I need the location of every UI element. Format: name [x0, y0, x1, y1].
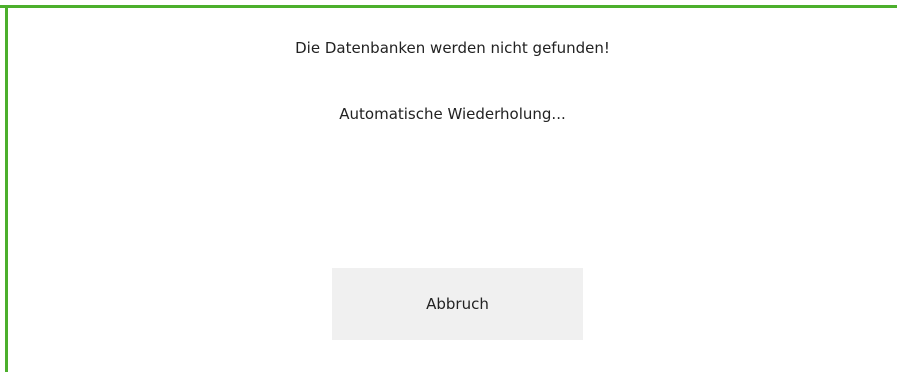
retry-status: Automatische Wiederholung... — [339, 105, 566, 123]
dialog-left-border — [5, 5, 8, 372]
dialog-top-border — [0, 5, 897, 8]
cancel-button[interactable]: Abbruch — [332, 268, 583, 340]
error-dialog: Die Datenbanken werden nicht gefunden! A… — [0, 0, 897, 372]
error-message: Die Datenbanken werden nicht gefunden! — [295, 39, 610, 57]
